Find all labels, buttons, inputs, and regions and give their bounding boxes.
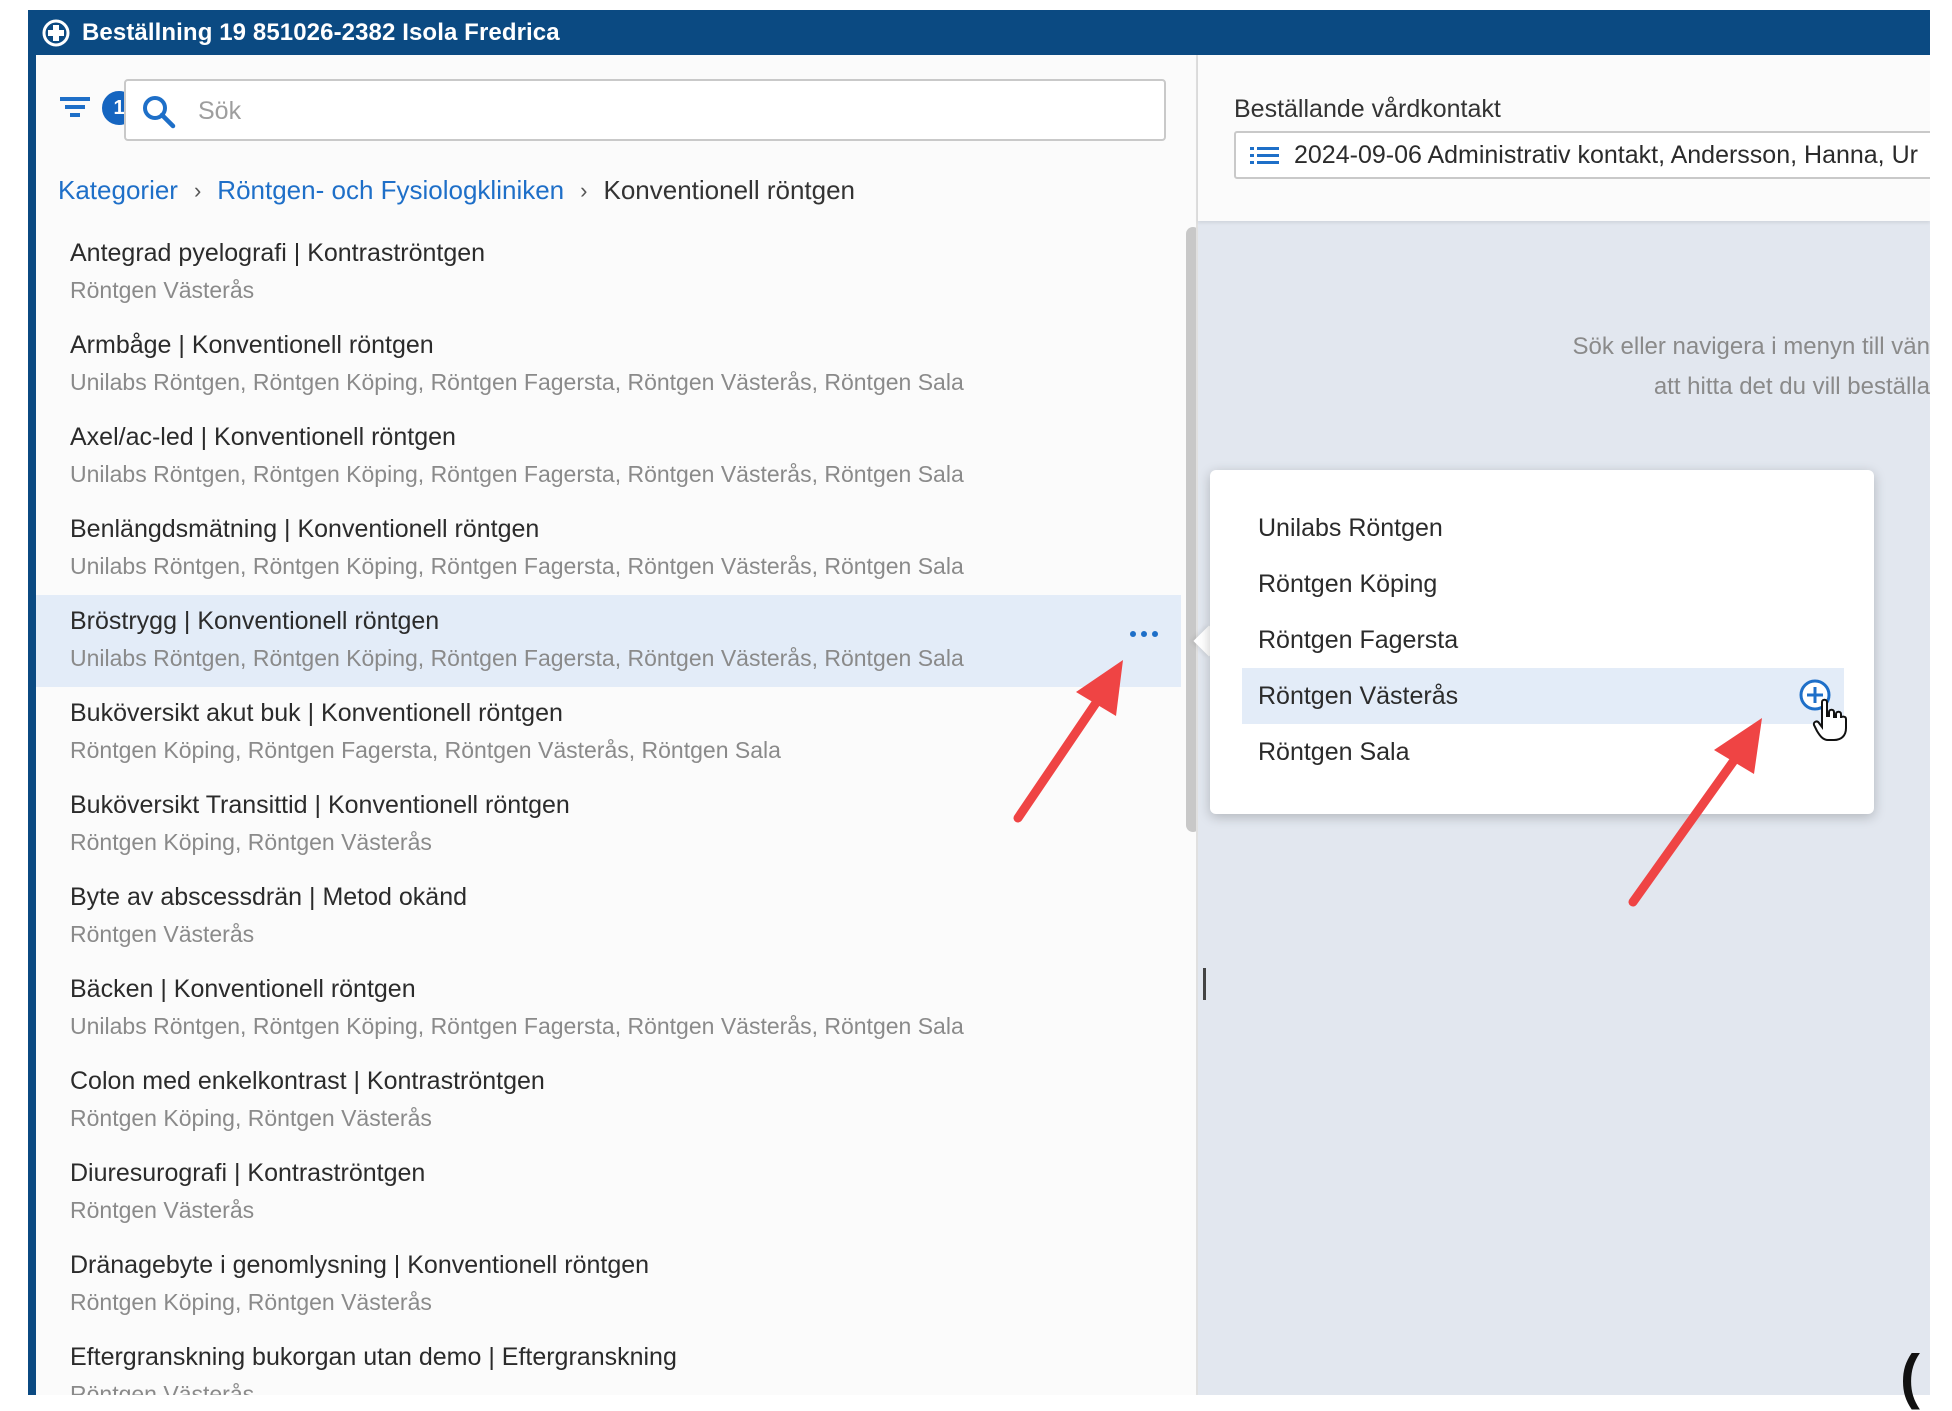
search-icon <box>143 96 176 129</box>
item-title: Armbåge | Konventionell röntgen <box>70 331 434 359</box>
more-dots-icon <box>1130 631 1136 637</box>
location-label: Röntgen Fagersta <box>1258 626 1459 654</box>
item-title: Bröstrygg | Konventionell röntgen <box>70 607 440 635</box>
filter-icon <box>60 97 90 117</box>
location-label: Röntgen Sala <box>1258 738 1410 766</box>
window-title: Beställning 19 851026-2382 Isola Fredric… <box>82 18 560 46</box>
item-title: Dränagebyte i genomlysning | Konventione… <box>70 1251 650 1279</box>
location-option[interactable]: Unilabs Röntgen <box>1242 500 1844 556</box>
item-title: Benlängdsmätning | Konventionell röntgen <box>70 515 540 543</box>
search-box[interactable] <box>124 79 1166 141</box>
breadcrumb-categories[interactable]: Kategorier <box>58 175 178 206</box>
contact-select[interactable]: 2024-09-06 Administrativ kontakt, Anders… <box>1234 131 1930 179</box>
breadcrumb-current: Konventionell röntgen <box>603 175 856 205</box>
item-locations: Unilabs Röntgen, Röntgen Köping, Röntgen… <box>70 645 964 671</box>
item-title: Antegrad pyelografi | Kontraströntgen <box>70 239 486 267</box>
order-catalog-panel: 1 Kategorier › Röntgen- och Fysiologklin… <box>36 55 1200 1395</box>
list-item[interactable]: Colon med enkelkontrast | Kontraströntge… <box>36 1055 1181 1147</box>
contact-header: Beställande vårdkontakt 2024-09-06 Admin… <box>1198 55 1930 221</box>
location-list: Unilabs Röntgen Röntgen Köping Röntgen F… <box>1242 500 1847 780</box>
item-title: Bäcken | Konventionell röntgen <box>70 975 416 1003</box>
cropped-glyph: ( <box>1900 1343 1920 1410</box>
list-item[interactable]: Dränagebyte i genomlysning | Konventione… <box>36 1239 1181 1331</box>
list-item[interactable]: Axel/ac-led | Konventionell röntgen Unil… <box>36 411 1181 503</box>
hint-line: Sök eller navigera i menyn till vän <box>1572 333 1930 360</box>
item-locations: Unilabs Röntgen, Röntgen Köping, Röntgen… <box>70 369 964 395</box>
location-label: Röntgen Köping <box>1258 570 1438 598</box>
item-locations: Röntgen Köping, Röntgen Fagersta, Röntge… <box>70 737 781 763</box>
filter-button[interactable]: 1 <box>56 77 138 127</box>
location-option[interactable]: Röntgen Fagersta <box>1242 612 1844 668</box>
item-title: Buköversikt Transittid | Konventionell r… <box>70 791 570 819</box>
location-option[interactable]: Röntgen Köping <box>1242 556 1844 612</box>
search-input[interactable] <box>196 89 1150 133</box>
item-title: Diuresurografi | Kontraströntgen <box>70 1159 426 1187</box>
hint-line: att hitta det du vill beställa <box>1653 373 1930 400</box>
item-locations: Unilabs Röntgen, Röntgen Köping, Röntgen… <box>70 461 964 487</box>
item-locations: Röntgen Västerås <box>70 277 255 303</box>
medical-cross-icon <box>42 19 70 47</box>
list-item[interactable]: Antegrad pyelografi | Kontraströntgen Rö… <box>36 227 1181 319</box>
more-options-button[interactable] <box>1122 619 1166 649</box>
item-locations: Röntgen Köping, Röntgen Västerås <box>70 829 432 855</box>
window-border <box>28 10 36 1395</box>
breadcrumb: Kategorier › Röntgen- och Fysiologklinik… <box>58 175 855 206</box>
list-item[interactable]: Diuresurografi | Kontraströntgen Röntgen… <box>36 1147 1181 1239</box>
list-item[interactable]: Armbåge | Konventionell röntgen Unilabs … <box>36 319 1181 411</box>
location-label: Röntgen Västerås <box>1258 682 1459 710</box>
item-title: Axel/ac-led | Konventionell röntgen <box>70 423 456 451</box>
list-icon <box>1250 147 1279 164</box>
item-title: Colon med enkelkontrast | Kontraströntge… <box>70 1067 545 1095</box>
item-locations: Unilabs Röntgen, Röntgen Köping, Röntgen… <box>70 553 964 579</box>
location-label: Unilabs Röntgen <box>1258 514 1443 542</box>
list-item[interactable]: Benlängdsmätning | Konventionell röntgen… <box>36 503 1181 595</box>
list-item[interactable]: Byte av abscessdrän | Metod okänd Röntge… <box>36 871 1181 963</box>
breadcrumb-clinic[interactable]: Röntgen- och Fysiologkliniken <box>217 175 564 206</box>
contact-label: Beställande vårdkontakt <box>1234 95 1501 123</box>
item-locations: Röntgen Västerås <box>70 1197 255 1223</box>
item-locations: Röntgen Köping, Röntgen Västerås <box>70 1289 432 1315</box>
empty-state-hint: Sök eller navigera i menyn till vän att … <box>1410 327 1930 407</box>
item-locations: Röntgen Köping, Röntgen Västerås <box>70 1105 432 1131</box>
item-locations: Unilabs Röntgen, Röntgen Köping, Röntgen… <box>70 1013 964 1039</box>
item-locations: Röntgen Västerås <box>70 921 255 947</box>
list-item-selected[interactable]: Bröstrygg | Konventionell röntgen Unilab… <box>36 595 1181 687</box>
more-dots-icon <box>1141 631 1147 637</box>
item-locations: Röntgen Västerås <box>70 1381 255 1395</box>
order-window: Beställning 19 851026-2382 Isola Fredric… <box>28 10 1930 1395</box>
breadcrumb-separator: › <box>193 177 202 203</box>
location-option-selected[interactable]: Röntgen Västerås <box>1242 668 1847 741</box>
list-item[interactable]: Bäcken | Konventionell röntgen Unilabs R… <box>36 963 1181 1055</box>
item-title: Eftergranskning bukorgan utan demo | Eft… <box>70 1343 677 1371</box>
location-option[interactable]: Röntgen Sala <box>1242 724 1844 780</box>
contact-value: 2024-09-06 Administrativ kontakt, Anders… <box>1294 141 1918 169</box>
title-bar: Beställning 19 851026-2382 Isola Fredric… <box>28 10 1930 55</box>
breadcrumb-separator: › <box>580 177 588 203</box>
item-title: Byte av abscessdrän | Metod okänd <box>70 883 467 911</box>
more-dots-icon <box>1152 631 1158 637</box>
resize-handle[interactable] <box>1203 968 1206 1000</box>
list-item[interactable]: Buköversikt Transittid | Konventionell r… <box>36 779 1181 871</box>
list-item[interactable]: Eftergranskning bukorgan utan demo | Eft… <box>36 1331 1181 1395</box>
item-title: Buköversikt akut buk | Konventionell rön… <box>70 699 563 727</box>
location-popup: Unilabs Röntgen Röntgen Köping Röntgen F… <box>1210 470 1874 814</box>
examination-list: Antegrad pyelografi | Kontraströntgen Rö… <box>36 227 1181 1395</box>
list-item[interactable]: Buköversikt akut buk | Konventionell rön… <box>36 687 1181 779</box>
